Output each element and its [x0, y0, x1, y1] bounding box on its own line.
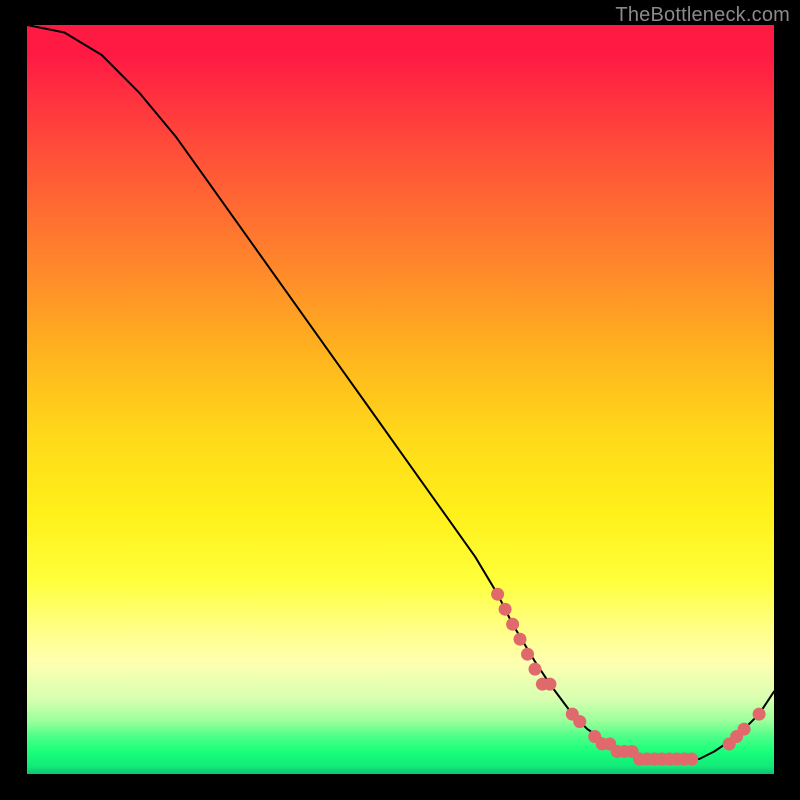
data-marker [529, 663, 542, 676]
data-marker [738, 723, 751, 736]
plot-area [27, 25, 774, 774]
data-marker [491, 588, 504, 601]
curve-path [27, 25, 774, 759]
data-marker [573, 715, 586, 728]
data-marker [753, 708, 766, 721]
bottleneck-curve [27, 25, 774, 774]
data-marker [514, 633, 527, 646]
data-marker [521, 648, 534, 661]
data-marker [685, 753, 698, 766]
data-marker [499, 603, 512, 616]
chart-stage: TheBottleneck.com [0, 0, 800, 800]
watermark-label: TheBottleneck.com [615, 4, 790, 27]
data-marker [506, 618, 519, 631]
data-marker [543, 678, 556, 691]
